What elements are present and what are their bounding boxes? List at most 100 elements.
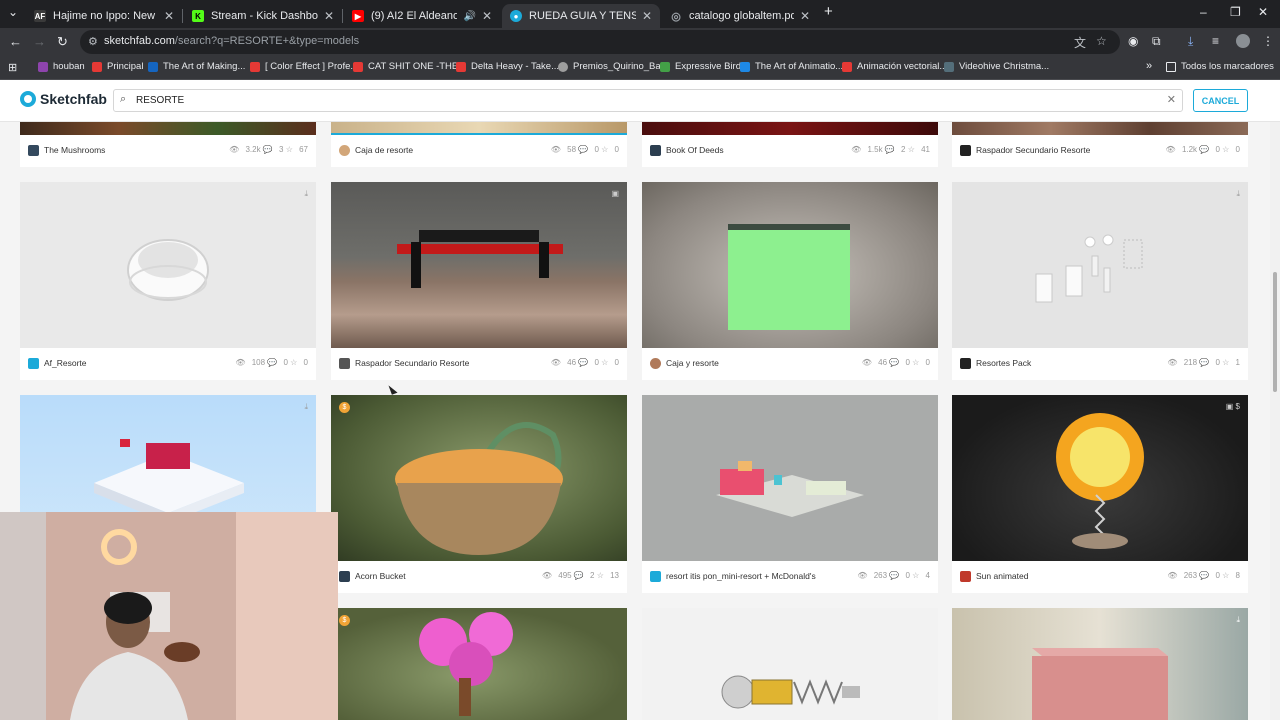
tab-youtube[interactable]: ▶ (9) AI2 El Aldeano - Reality 🔊 ✕ bbox=[344, 4, 500, 28]
user-avatar[interactable] bbox=[650, 571, 661, 582]
tab-close-icon[interactable]: ✕ bbox=[324, 9, 334, 23]
download-icon[interactable]: ⤓ bbox=[304, 189, 308, 199]
model-card[interactable]: $ bbox=[331, 608, 627, 720]
download-icon[interactable]: ⤓ bbox=[1188, 34, 1193, 49]
bookmark-item[interactable]: Principal bbox=[92, 61, 143, 72]
model-thumbnail[interactable] bbox=[642, 182, 938, 348]
model-thumbnail[interactable]: ⤓ bbox=[20, 182, 316, 348]
model-thumbnail[interactable] bbox=[20, 122, 316, 135]
cancel-button[interactable]: CANCEL bbox=[1193, 89, 1248, 112]
model-thumbnail[interactable]: $ bbox=[331, 395, 627, 561]
model-card[interactable]: ⤓ bbox=[952, 608, 1248, 720]
address-bar[interactable]: ⚙ sketchfab.com/search?q=RESORTE+&type=m… bbox=[80, 30, 1120, 54]
bookmark-item[interactable]: [ Color Effect ] Profe... bbox=[250, 61, 358, 72]
model-thumbnail[interactable] bbox=[331, 122, 627, 135]
download-icon[interactable]: ⤓ bbox=[304, 402, 308, 412]
tab-close-icon[interactable]: ✕ bbox=[482, 9, 492, 23]
user-avatar[interactable] bbox=[339, 145, 350, 156]
bookmark-item[interactable]: Videohive Christma... bbox=[944, 61, 1049, 72]
puzzle-icon[interactable]: ⧉ bbox=[1152, 34, 1161, 49]
model-thumbnail[interactable]: ▣ bbox=[331, 182, 627, 348]
speaker-icon[interactable]: 🔊 bbox=[463, 11, 475, 22]
download-icon[interactable]: ⤓ bbox=[1236, 615, 1240, 625]
translate-icon[interactable]: 文 bbox=[1074, 34, 1086, 51]
user-avatar[interactable] bbox=[28, 145, 39, 156]
more-bookmarks-icon[interactable]: » bbox=[1146, 60, 1152, 72]
bookmark-star-icon[interactable]: ☆ bbox=[1096, 34, 1107, 48]
model-title[interactable]: Caja y resorte bbox=[666, 358, 719, 368]
model-card[interactable]: Raspador Secundario Resorte 👁 1.2k 💬 0 ☆… bbox=[952, 122, 1248, 167]
download-icon[interactable]: ⤓ bbox=[1236, 189, 1240, 199]
model-thumbnail[interactable] bbox=[952, 122, 1248, 135]
media-icon[interactable]: ≡ bbox=[1212, 34, 1219, 48]
model-card[interactable]: ▣ $ Sun animated 👁 263 💬 0 ☆ 8 bbox=[952, 395, 1248, 593]
tab-search-icon[interactable]: ⌄ bbox=[8, 5, 18, 19]
user-avatar[interactable] bbox=[960, 358, 971, 369]
apps-icon[interactable]: ⊞ bbox=[8, 61, 17, 74]
model-card[interactable]: ⤓ Af_Resorte 👁 108 💬 0 ☆ 0 bbox=[20, 182, 316, 380]
model-title[interactable]: Book Of Deeds bbox=[666, 145, 724, 155]
page-scrollbar[interactable] bbox=[1270, 122, 1280, 720]
model-thumbnail[interactable]: ▣ $ bbox=[952, 395, 1248, 561]
model-card[interactable]: ▣ Raspador Secundario Resorte 👁 46 💬 0 ☆… bbox=[331, 182, 627, 380]
forward-icon[interactable]: → bbox=[33, 34, 46, 49]
tab-close-icon[interactable]: ✕ bbox=[164, 9, 174, 23]
model-title[interactable]: Acorn Bucket bbox=[355, 571, 406, 581]
new-tab-icon[interactable]: + bbox=[824, 3, 833, 20]
search-box[interactable]: ⌕ ✕ bbox=[113, 89, 1183, 112]
user-avatar[interactable] bbox=[339, 358, 350, 369]
model-title[interactable]: Sun animated bbox=[976, 571, 1028, 581]
bookmark-item[interactable]: The Art of Animatio... bbox=[740, 61, 843, 72]
model-title[interactable]: Af_Resorte bbox=[44, 358, 87, 368]
tab-hajime[interactable]: AF Hajime no Ippo: New Challenge ✕ bbox=[26, 4, 182, 28]
model-thumbnail[interactable]: ⤓ bbox=[952, 182, 1248, 348]
model-thumbnail[interactable] bbox=[642, 395, 938, 561]
clear-search-icon[interactable]: ✕ bbox=[1167, 93, 1176, 106]
model-title[interactable]: Resortes Pack bbox=[976, 358, 1031, 368]
model-thumbnail[interactable]: $ bbox=[331, 608, 627, 720]
bookmark-item[interactable]: The Art of Making... bbox=[148, 61, 245, 72]
user-avatar[interactable] bbox=[650, 145, 661, 156]
model-title[interactable]: Raspador Secundario Resorte bbox=[976, 145, 1090, 155]
model-thumbnail[interactable] bbox=[642, 608, 938, 720]
tab-close-icon[interactable]: ✕ bbox=[800, 9, 810, 23]
search-input[interactable] bbox=[136, 93, 1156, 108]
model-card[interactable]: $ Acorn Bucket 👁 495 💬 2 ☆ 13 bbox=[331, 395, 627, 593]
model-title[interactable]: Raspador Secundario Resorte bbox=[355, 358, 469, 368]
tab-close-icon[interactable]: ✕ bbox=[642, 9, 652, 23]
bookmark-item[interactable]: Delta Heavy - Take... bbox=[456, 61, 559, 72]
tab-pdf[interactable]: ◎ catalogo globaltem.pdf ✕ bbox=[662, 4, 818, 28]
model-card[interactable]: Caja de resorte 👁 58 💬 0 ☆ 0 bbox=[331, 122, 627, 167]
tab-kick[interactable]: K Stream - Kick Dashboard ✕ bbox=[184, 4, 342, 28]
user-avatar[interactable] bbox=[28, 358, 39, 369]
user-avatar[interactable] bbox=[960, 571, 971, 582]
tab-sketchfab[interactable]: ● RUEDA GUIA Y TENSOR DE RES ✕ bbox=[502, 4, 660, 28]
close-window-icon[interactable]: ✕ bbox=[1258, 5, 1268, 19]
scrollbar-thumb[interactable] bbox=[1273, 272, 1277, 392]
restore-icon[interactable]: ❐ bbox=[1230, 5, 1241, 19]
site-info-icon[interactable]: ⚙ bbox=[88, 35, 98, 48]
back-icon[interactable]: ← bbox=[9, 34, 22, 49]
profile-avatar[interactable] bbox=[1236, 34, 1250, 48]
sketchfab-logo[interactable]: Sketchfab bbox=[20, 91, 107, 107]
reload-icon[interactable]: ↻ bbox=[57, 34, 68, 50]
model-title[interactable]: resort itis pon_mini-resort + McDonald's bbox=[666, 571, 816, 581]
model-card[interactable]: resort itis pon_mini-resort + McDonald's… bbox=[642, 395, 938, 593]
model-card[interactable]: The Mushrooms 👁 3.2k 💬 3 ☆ 67 bbox=[20, 122, 316, 167]
model-card[interactable]: ⤓ Resortes Pack 👁 218 💬 0 ☆ 1 bbox=[952, 182, 1248, 380]
model-card[interactable]: Caja y resorte 👁 46 💬 0 ☆ 0 bbox=[642, 182, 938, 380]
user-avatar[interactable] bbox=[339, 571, 350, 582]
model-title[interactable]: The Mushrooms bbox=[44, 145, 105, 155]
bookmark-item[interactable]: houban bbox=[38, 61, 85, 72]
model-title[interactable]: Caja de resorte bbox=[355, 145, 413, 155]
model-card[interactable]: Book Of Deeds 👁 1.5k 💬 2 ☆ 41 bbox=[642, 122, 938, 167]
user-avatar[interactable] bbox=[960, 145, 971, 156]
bookmark-item[interactable]: Animación vectorial... bbox=[842, 61, 947, 72]
bookmark-item[interactable]: Premios_Quirino_Ba... bbox=[558, 61, 669, 72]
user-avatar[interactable] bbox=[650, 358, 661, 369]
bookmark-item[interactable]: CAT SHIT ONE -THE... bbox=[353, 61, 466, 72]
minimize-icon[interactable]: – bbox=[1200, 5, 1207, 19]
model-thumbnail[interactable]: ⤓ bbox=[952, 608, 1248, 720]
extension-icon[interactable]: ◉ bbox=[1128, 34, 1138, 48]
menu-icon[interactable]: ⋮ bbox=[1262, 34, 1274, 48]
